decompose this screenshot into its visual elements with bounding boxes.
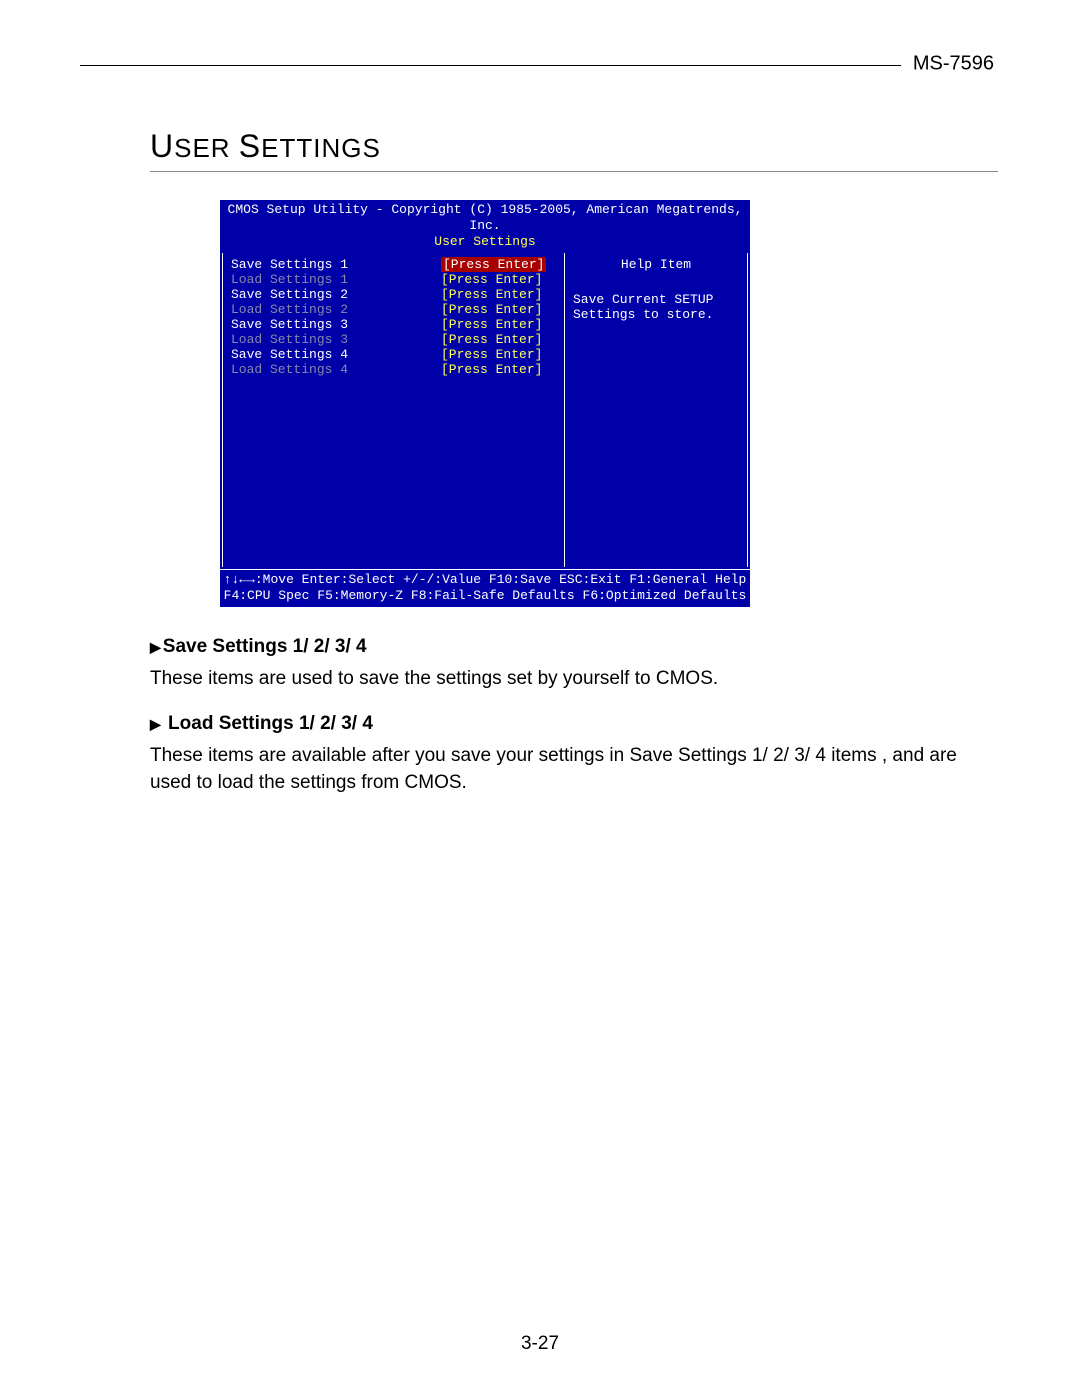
bios-footer-line1: ↑↓←→:Move Enter:Select +/-/:Value F10:Sa… xyxy=(220,572,750,588)
desc-heading: ▶ Load Settings 1/ 2/ 3/ 4 xyxy=(150,710,998,738)
bios-menu-item[interactable]: Load Settings 1[Press Enter] xyxy=(223,272,564,287)
bios-menu-item[interactable]: Load Settings 4[Press Enter] xyxy=(223,362,564,377)
bios-item-value: [Press Enter] xyxy=(441,302,542,317)
bios-menu-item[interactable]: Load Settings 2[Press Enter] xyxy=(223,302,564,317)
bios-menu-item[interactable]: Load Settings 3[Press Enter] xyxy=(223,332,564,347)
bios-help-pane: Help Item Save Current SETUP Settings to… xyxy=(565,253,748,567)
bios-copyright: CMOS Setup Utility - Copyright (C) 1985-… xyxy=(224,202,746,234)
bios-item-label: Load Settings 4 xyxy=(231,362,441,377)
help-title: Help Item xyxy=(573,257,739,272)
description-block: ▶Save Settings 1/ 2/ 3/ 4These items are… xyxy=(150,633,998,796)
desc-body: These items are available after you save… xyxy=(150,742,998,796)
bios-subtitle: User Settings xyxy=(224,234,746,250)
bios-item-label: Load Settings 1 xyxy=(231,272,441,287)
bios-item-label: Save Settings 4 xyxy=(231,347,441,362)
bios-menu-item[interactable]: Save Settings 4[Press Enter] xyxy=(223,347,564,362)
bios-screenshot: CMOS Setup Utility - Copyright (C) 1985-… xyxy=(220,200,750,607)
bios-footer-line2: F4:CPU Spec F5:Memory-Z F8:Fail-Safe Def… xyxy=(220,588,750,604)
bios-item-label: Save Settings 2 xyxy=(231,287,441,302)
bios-item-label: Save Settings 1 xyxy=(231,257,441,272)
bios-item-label: Load Settings 3 xyxy=(231,332,441,347)
bios-item-value: [Press Enter] xyxy=(441,347,542,362)
desc-body: These items are used to save the setting… xyxy=(150,665,998,692)
desc-heading: ▶Save Settings 1/ 2/ 3/ 4 xyxy=(150,633,998,661)
bios-item-value: [Press Enter] xyxy=(441,317,542,332)
bios-menu-item[interactable]: Save Settings 1[Press Enter] xyxy=(223,257,564,272)
page-frame: MS-7596 USER SETTINGS CMOS Setup Utility… xyxy=(80,65,998,814)
bios-item-value: [Press Enter] xyxy=(441,362,542,377)
bios-body: Save Settings 1[Press Enter]Load Setting… xyxy=(220,251,750,569)
bios-header: CMOS Setup Utility - Copyright (C) 1985-… xyxy=(220,200,750,251)
bios-menu-item[interactable]: Save Settings 2[Press Enter] xyxy=(223,287,564,302)
section-title: USER SETTINGS xyxy=(150,128,998,165)
page-number: 3-27 xyxy=(0,1333,1080,1355)
bios-menu-item[interactable]: Save Settings 3[Press Enter] xyxy=(223,317,564,332)
arrow-icon: ▶ xyxy=(150,639,161,655)
desc-heading-text: Load Settings 1/ 2/ 3/ 4 xyxy=(163,713,373,734)
bios-menu: Save Settings 1[Press Enter]Load Setting… xyxy=(222,253,565,567)
bios-item-value: [Press Enter] xyxy=(441,257,546,272)
bios-item-label: Save Settings 3 xyxy=(231,317,441,332)
bios-item-label: Load Settings 2 xyxy=(231,302,441,317)
section-rule xyxy=(150,171,998,172)
arrow-icon: ▶ xyxy=(150,716,161,732)
bios-footer: ↑↓←→:Move Enter:Select +/-/:Value F10:Sa… xyxy=(220,569,750,607)
help-body: Save Current SETUP Settings to store. xyxy=(573,292,739,322)
bios-item-value: [Press Enter] xyxy=(441,287,542,302)
bios-item-value: [Press Enter] xyxy=(441,332,542,347)
desc-heading-text: Save Settings 1/ 2/ 3/ 4 xyxy=(163,636,367,657)
bios-item-value: [Press Enter] xyxy=(441,272,542,287)
model-number: MS-7596 xyxy=(901,53,998,76)
